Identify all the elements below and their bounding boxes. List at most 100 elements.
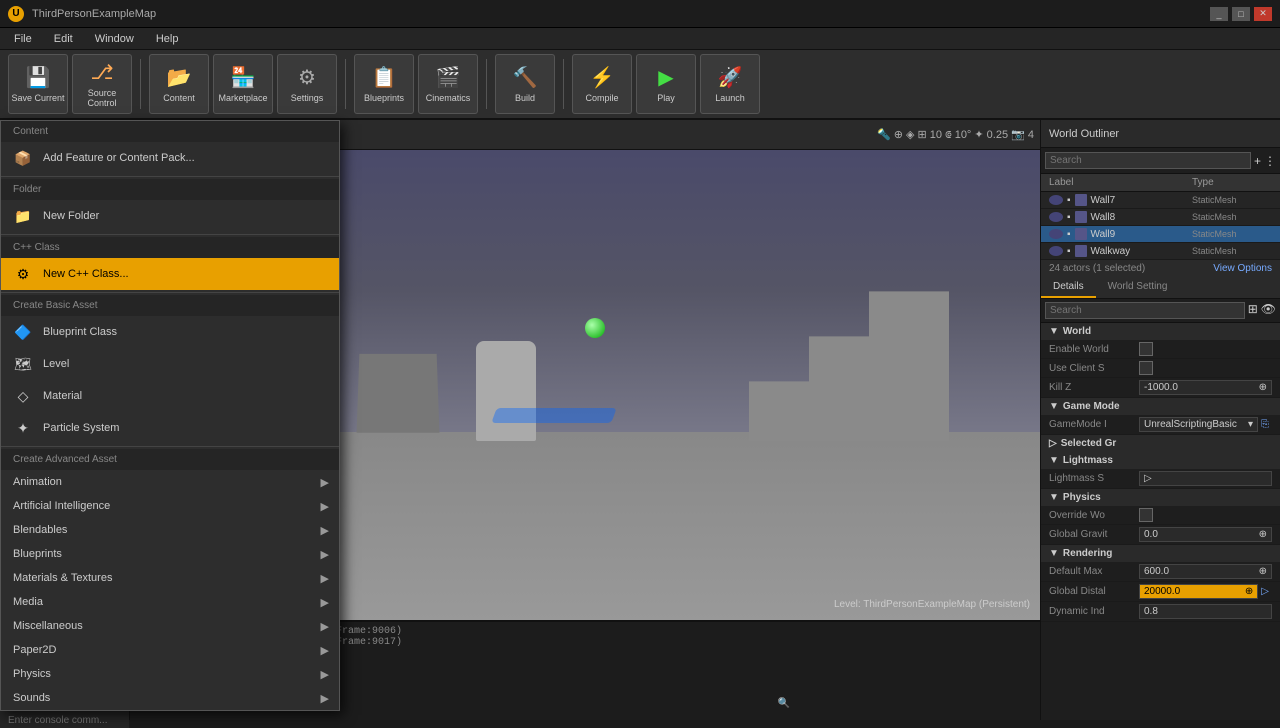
enable-world-checkbox[interactable] <box>1139 342 1153 356</box>
dd-separator-2 <box>1 234 339 235</box>
details-grid-icon[interactable]: ⊞ <box>1248 302 1258 319</box>
actor-row-walkway[interactable]: ▪ Walkway StaticMesh <box>1041 243 1280 260</box>
lightmass-value[interactable]: ▷ <box>1139 471 1272 486</box>
cinematics-button[interactable]: 🎬 Cinematics <box>418 54 478 114</box>
dynamic-ind-field[interactable] <box>1144 606 1242 617</box>
prop-gamemode: GameMode I UnrealScriptingBasic ▾ ⎘ <box>1041 415 1280 435</box>
rendering-expand-icon: ▼ <box>1049 548 1059 559</box>
menu-window[interactable]: Window <box>85 31 144 47</box>
dd-level[interactable]: 🗺 Level <box>1 348 339 380</box>
dd-material[interactable]: ◇ Material <box>1 380 339 412</box>
cpp-icon: ⚙ <box>13 264 33 284</box>
actor-row-wall9[interactable]: ▪ Wall9 StaticMesh <box>1041 226 1280 243</box>
world-section-header[interactable]: ▼ World <box>1041 323 1280 340</box>
outliner-count-bar: 24 actors (1 selected) View Options <box>1041 260 1280 277</box>
outliner-search-input[interactable] <box>1045 152 1251 169</box>
dd-blueprints[interactable]: Blueprints ▶ <box>1 542 339 566</box>
maximize-button[interactable]: □ <box>1232 7 1250 21</box>
global-distal-spinner: ⊕ <box>1245 586 1253 597</box>
game-mode-section-header[interactable]: ▼ Game Mode <box>1041 398 1280 415</box>
dd-sounds[interactable]: Sounds ▶ <box>1 686 339 710</box>
details-search-input[interactable] <box>1045 302 1245 319</box>
lightmass-section-header[interactable]: ▼ Lightmass <box>1041 452 1280 469</box>
tab-details[interactable]: Details <box>1041 277 1096 298</box>
menu-help[interactable]: Help <box>146 31 189 47</box>
dd-artificial-intelligence[interactable]: Artificial Intelligence ▶ <box>1 494 339 518</box>
dd-add-feature[interactable]: 📦 Add Feature or Content Pack... <box>1 142 339 174</box>
source-control-button[interactable]: ⎇ Source Control <box>72 54 132 114</box>
play-button[interactable]: ▶ Play <box>636 54 696 114</box>
blueprints-button[interactable]: 📋 Blueprints <box>354 54 414 114</box>
dd-new-cpp-class[interactable]: ⚙ New C++ Class... <box>1 258 339 290</box>
settings-button[interactable]: ⚙ Settings <box>277 54 337 114</box>
global-distal-link[interactable]: ▷ <box>1258 586 1272 597</box>
content-button[interactable]: 📂 Content <box>149 54 209 114</box>
marketplace-button[interactable]: 🏪 Marketplace <box>213 54 273 114</box>
menu-file[interactable]: File <box>4 31 42 47</box>
global-distal-input[interactable]: ⊕ <box>1139 584 1258 599</box>
blueprints-label: Blueprints <box>364 93 404 103</box>
use-client-checkbox[interactable] <box>1139 361 1153 375</box>
compile-icon: ⚡ <box>590 65 615 90</box>
console-input[interactable] <box>8 715 121 726</box>
kill-z-spinner: ⊕ <box>1259 382 1267 393</box>
kill-z-input[interactable]: ⊕ <box>1139 380 1272 395</box>
global-gravity-input[interactable]: ⊕ <box>1139 527 1272 542</box>
outliner-options-icon[interactable]: ⋮ <box>1264 154 1276 168</box>
actor-label: Wall8 <box>1091 212 1188 223</box>
close-button[interactable]: ✕ <box>1254 7 1272 21</box>
dd-physics[interactable]: Physics ▶ <box>1 662 339 686</box>
kill-z-field[interactable] <box>1144 382 1242 393</box>
dd-paper2d[interactable]: Paper2D ▶ <box>1 638 339 662</box>
override-world-checkbox[interactable] <box>1139 508 1153 522</box>
scene-stairs <box>749 291 949 441</box>
gamemode-dropdown[interactable]: UnrealScriptingBasic ▾ <box>1139 417 1258 432</box>
arrow-icon: ▶ <box>321 596 329 609</box>
menu-edit[interactable]: Edit <box>44 31 83 47</box>
window-controls[interactable]: _ □ ✕ <box>1210 7 1272 21</box>
compile-button[interactable]: ⚡ Compile <box>572 54 632 114</box>
visibility-icon <box>1049 246 1063 256</box>
physics-section-header[interactable]: ▼ Physics <box>1041 489 1280 506</box>
dd-blendables[interactable]: Blendables ▶ <box>1 518 339 542</box>
default-max-spinner: ⊕ <box>1259 566 1267 577</box>
menu-bar: File Edit Window Help <box>0 28 1280 50</box>
view-options-button[interactable]: View Options <box>1213 263 1272 274</box>
dd-particle-system[interactable]: ✦ Particle System <box>1 412 339 444</box>
dd-blueprint-class[interactable]: 🔷 Blueprint Class <box>1 316 339 348</box>
add-new-dropdown: Content 📦 Add Feature or Content Pack...… <box>0 120 340 711</box>
details-eye-icon[interactable]: 👁 <box>1261 302 1276 319</box>
dd-materials-textures[interactable]: Materials & Textures ▶ <box>1 566 339 590</box>
tab-world-settings[interactable]: World Setting <box>1096 277 1180 298</box>
build-button[interactable]: 🔨 Build <box>495 54 555 114</box>
bottom-search-icon[interactable]: 🔍 <box>778 698 790 710</box>
default-max-input[interactable]: ⊕ <box>1139 564 1272 579</box>
global-gravity-field[interactable] <box>1144 529 1242 540</box>
actor-row-wall8[interactable]: ▪ Wall8 StaticMesh <box>1041 209 1280 226</box>
dd-separator-1 <box>1 176 339 177</box>
actor-row-wall7[interactable]: ▪ Wall7 StaticMesh <box>1041 192 1280 209</box>
save-button[interactable]: 💾 Save Current <box>8 54 68 114</box>
default-max-field[interactable] <box>1144 566 1242 577</box>
dd-media[interactable]: Media ▶ <box>1 590 339 614</box>
play-icon: ▶ <box>658 65 673 90</box>
settings-icon: ⚙ <box>298 65 316 90</box>
rendering-section-header[interactable]: ▼ Rendering <box>1041 545 1280 562</box>
global-distal-field[interactable] <box>1144 586 1231 597</box>
dd-basic-header: Create Basic Asset <box>1 295 339 316</box>
dd-advanced-header: Create Advanced Asset <box>1 449 339 470</box>
dd-new-folder[interactable]: 📁 New Folder <box>1 200 339 232</box>
selected-section-header[interactable]: ▷ Selected Gr <box>1041 435 1280 452</box>
dd-miscellaneous[interactable]: Miscellaneous ▶ <box>1 614 339 638</box>
gamemode-link-icon[interactable]: ⎘ <box>1258 419 1272 430</box>
details-tabs: Details World Setting <box>1041 277 1280 299</box>
minimize-button[interactable]: _ <box>1210 7 1228 21</box>
dynamic-ind-input[interactable] <box>1139 604 1272 619</box>
dropdown-chevron-icon: ▾ <box>1248 419 1253 430</box>
folder-new-icon: 📁 <box>13 206 33 226</box>
dd-animation[interactable]: Animation ▶ <box>1 470 339 494</box>
launch-button[interactable]: 🚀 Launch <box>700 54 760 114</box>
actor-icon: ▪ <box>1067 195 1071 206</box>
outliner-add-icon[interactable]: + <box>1254 154 1261 168</box>
arrow-icon: ▶ <box>321 548 329 561</box>
